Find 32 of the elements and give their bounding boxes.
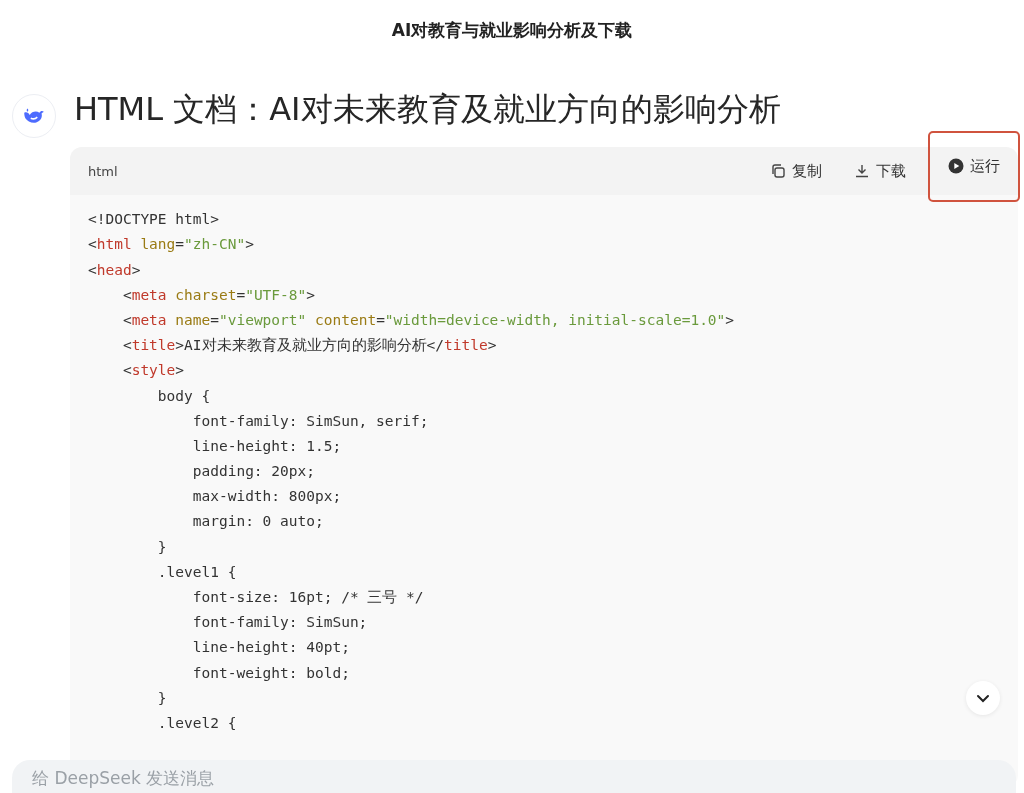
code-line: <html lang="zh-CN"> (88, 235, 254, 255)
copy-button[interactable]: 复制 (760, 153, 832, 189)
code-line: margin: 0 auto; (191, 512, 324, 532)
download-icon (854, 163, 870, 180)
code-line: line-height: 1.5; (191, 436, 342, 456)
code-line: <title>AI对未来教育及就业方向的影响分析</title> (121, 336, 497, 356)
code-line: padding: 20px; (191, 462, 315, 482)
window-title: AI对教育与就业影响分析及下载 (391, 18, 633, 42)
language-label: html (88, 163, 118, 179)
code-line: line-height: 40pt; (191, 638, 350, 658)
code-line: .level1 { (156, 562, 237, 582)
code-line: <meta charset="UTF-8"> (121, 285, 315, 305)
code-line: max-width: 800px; (191, 487, 342, 507)
copy-icon (770, 163, 786, 180)
code-line: <!DOCTYPE html> (88, 210, 219, 230)
code-line: } (156, 688, 167, 708)
message-heading: HTML 文档：AI对未来教育及就业方向的影响分析 (74, 92, 782, 128)
code-line: <meta name="viewport" content="width=device-width, initial-scale=1.0"> (121, 310, 735, 330)
code-line: <head> (88, 260, 141, 280)
message-input[interactable]: 给 DeepSeek 发送消息 (12, 760, 1016, 793)
code-line: } (156, 537, 167, 557)
code-line: font-weight: bold; (191, 663, 350, 683)
code-line: font-family: SimSun; (191, 613, 368, 633)
code-line: font-family: SimSun, serif; (191, 411, 429, 431)
play-icon (948, 158, 964, 175)
scroll-down-button[interactable] (966, 681, 1000, 716)
code-line: body { (156, 386, 211, 406)
code-line: font-size: 16pt; /* 三号 */ (191, 588, 424, 607)
code-line: .level2 { (156, 713, 237, 733)
download-button[interactable]: 下载 (844, 153, 916, 189)
code-line: <style> (121, 361, 185, 381)
run-button[interactable]: 运行 (928, 130, 1020, 202)
